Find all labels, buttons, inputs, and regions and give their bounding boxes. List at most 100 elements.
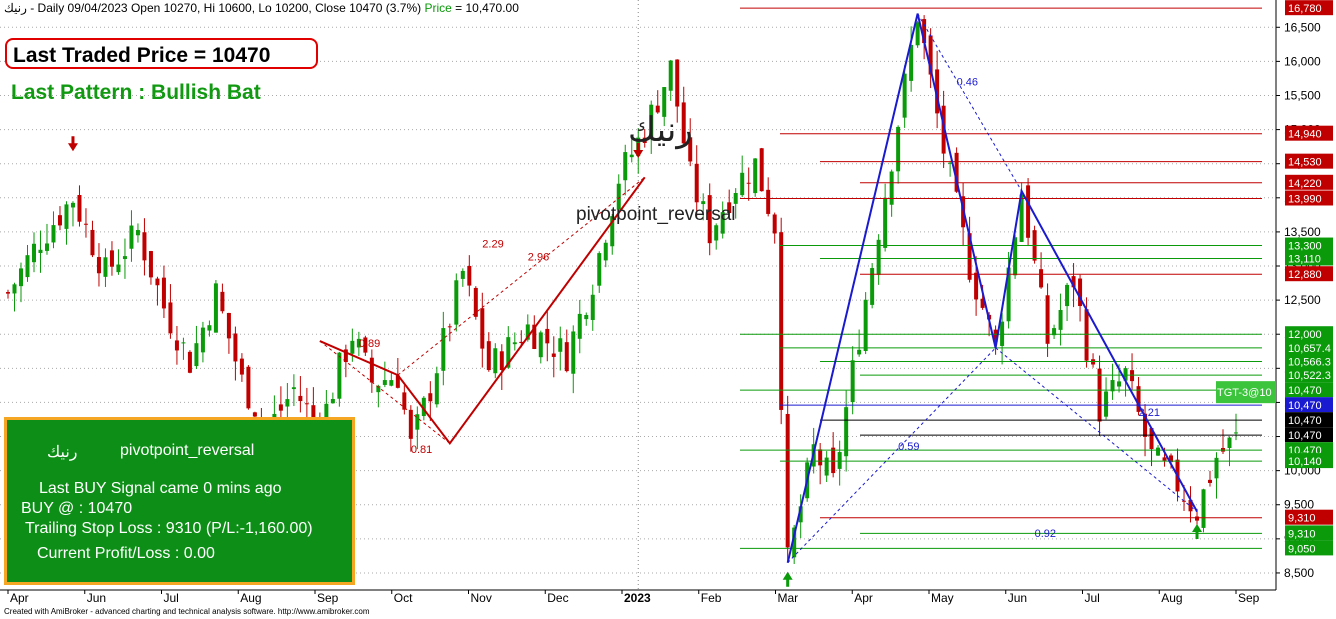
candle-body	[1084, 309, 1089, 361]
candle-body	[564, 342, 569, 372]
x-tick-label: Nov	[471, 591, 492, 605]
candle-body	[155, 278, 160, 286]
y-tick-label: 16,000	[1284, 54, 1321, 68]
candle-body	[291, 387, 296, 390]
candle-body	[12, 284, 17, 294]
level-label: 9,310	[1288, 528, 1316, 540]
candle-body	[974, 272, 979, 300]
y-tick-label: 15,500	[1284, 88, 1321, 102]
candle-body	[668, 60, 673, 91]
level-label: 13,990	[1288, 193, 1322, 205]
level-label: 10,470	[1288, 415, 1322, 427]
candle-body	[1039, 269, 1044, 288]
candle-body	[493, 348, 498, 374]
watermark-system: pivotpoint_reversal	[576, 204, 736, 225]
candle-body	[837, 452, 842, 469]
level-label: 10,140	[1288, 456, 1322, 468]
level-label: 10,566.3	[1288, 357, 1331, 369]
candle-body	[714, 225, 719, 241]
target-label: TGT-3@10	[1217, 387, 1272, 399]
y-tick-label: 13,500	[1284, 225, 1321, 239]
candle-body	[740, 172, 745, 196]
candle-body	[545, 328, 550, 344]
candle-body	[233, 333, 238, 362]
candle-body	[1097, 368, 1102, 422]
candle-body	[77, 195, 82, 222]
x-tick-label: Jun	[1008, 591, 1027, 605]
candle-body	[1208, 479, 1213, 483]
candle-body	[447, 326, 452, 328]
level-label: 13,110	[1288, 254, 1321, 266]
bat-pattern-ratio-line	[917, 13, 1023, 192]
candle-body	[441, 328, 446, 371]
watermark-symbol: رنيك	[628, 111, 693, 149]
candle-body	[785, 413, 790, 548]
x-tick-label: Jun	[87, 591, 106, 605]
candle-body	[486, 341, 491, 371]
candle-body	[1026, 185, 1031, 238]
candle-body	[350, 340, 355, 354]
candle-body	[83, 223, 88, 225]
y-tick-label: 9,500	[1284, 498, 1314, 512]
candle-body	[64, 204, 69, 229]
level-label: 14,940	[1288, 129, 1322, 141]
candle-body	[408, 409, 413, 439]
candle-body	[174, 340, 179, 351]
candle-body	[285, 399, 290, 407]
candle-body	[772, 214, 777, 234]
candle-body	[38, 249, 43, 253]
candle-body	[187, 351, 192, 373]
candle-body	[1104, 391, 1109, 417]
candle-body	[779, 232, 784, 410]
signal-panel: رنيك pivotpoint_reversal Last BUY Signal…	[4, 417, 355, 585]
candle-body	[577, 313, 582, 339]
x-tick-label: Apr	[854, 591, 873, 605]
candle-body	[181, 342, 186, 344]
candle-body	[857, 349, 862, 355]
x-tick-label: Aug	[240, 591, 261, 605]
candle-body	[597, 253, 602, 286]
header-summary: - Daily 09/04/2023 Open 10270, Hi 10600,…	[26, 1, 425, 15]
candle-body	[31, 243, 36, 263]
candle-body	[850, 360, 855, 403]
candle-body	[148, 251, 153, 278]
candle-body	[1058, 310, 1063, 330]
candle-body	[889, 171, 894, 205]
level-label: 14,220	[1288, 178, 1322, 190]
bat-pattern-legs	[786, 13, 1198, 563]
candle-body	[1110, 380, 1115, 392]
y-tick-label: 8,500	[1284, 566, 1314, 580]
prior-pattern-ratio-label: 2.29	[482, 239, 503, 251]
x-tick-label: Feb	[701, 591, 722, 605]
candle-body	[6, 292, 10, 294]
candle-body	[454, 280, 459, 325]
candle-body	[96, 257, 101, 274]
level-label: 10,522.3	[1288, 370, 1331, 382]
candle-body	[551, 353, 556, 357]
candle-body	[168, 302, 173, 334]
candle-body	[402, 392, 407, 410]
candle-body	[213, 283, 218, 333]
amibroker-footer: Created with AmiBroker - advanced charti…	[4, 607, 370, 616]
x-tick-label: 2023	[624, 591, 651, 605]
candle-body	[18, 268, 23, 287]
bat-pattern-ratio-line	[995, 347, 1198, 512]
candle-body	[70, 202, 75, 208]
level-label: 10,470	[1288, 385, 1322, 397]
bat-pattern-ratio-label: 2.21	[1139, 407, 1160, 419]
candle-body	[220, 291, 225, 312]
prior-pattern-ratio-label: 0.89	[359, 338, 380, 350]
last-traded-price-box: Last Traded Price = 10470	[5, 38, 318, 69]
candle-body	[116, 264, 121, 273]
candle-body	[558, 338, 563, 352]
panel-buy-line: BUY @ : 10470	[21, 500, 133, 517]
candle-body	[623, 152, 628, 181]
y-tick-label: 12,500	[1284, 293, 1321, 307]
candle-body	[694, 163, 699, 203]
candle-body	[239, 358, 244, 375]
candle-body	[831, 447, 836, 474]
candle-body	[863, 299, 868, 352]
candle-body	[746, 182, 751, 184]
candle-body	[473, 287, 478, 317]
candle-body	[246, 366, 251, 409]
